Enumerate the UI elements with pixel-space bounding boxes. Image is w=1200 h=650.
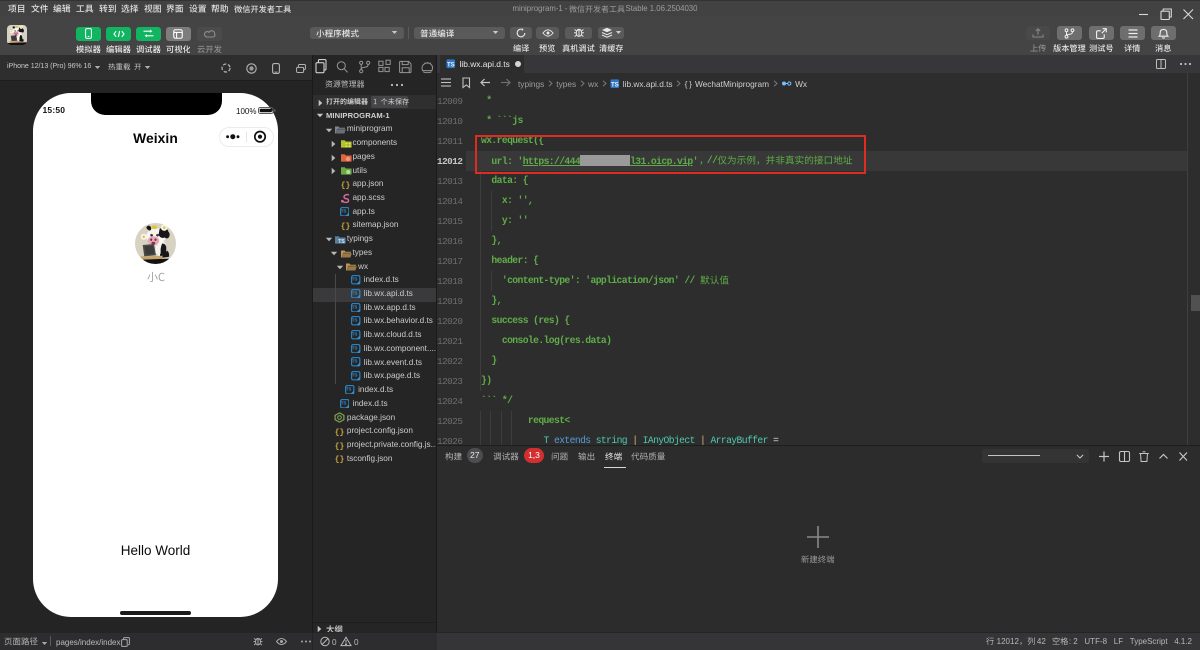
svg-text:TS: TS <box>352 345 358 350</box>
svg-text:{}: {} <box>335 428 344 437</box>
svg-text:TS: TS <box>352 277 358 282</box>
svg-text:{}: {} <box>341 181 350 190</box>
svg-text:TS: TS <box>447 63 455 69</box>
svg-text:TS: TS <box>352 304 358 309</box>
svg-text:TS: TS <box>352 290 358 295</box>
svg-text:TS: TS <box>352 318 358 323</box>
svg-text:{}: {} <box>335 442 344 451</box>
svg-text:TS: TS <box>341 208 347 213</box>
svg-text:TS: TS <box>341 400 347 405</box>
svg-text:TS: TS <box>352 359 358 364</box>
svg-text:{}: {} <box>341 222 350 231</box>
svg-text:TS: TS <box>352 332 358 337</box>
svg-text:TS: TS <box>346 386 352 391</box>
svg-text:{}: {} <box>335 456 344 465</box>
svg-text:TS: TS <box>352 373 358 378</box>
svg-text:TS: TS <box>338 239 345 245</box>
svg-text:TS: TS <box>611 82 619 88</box>
